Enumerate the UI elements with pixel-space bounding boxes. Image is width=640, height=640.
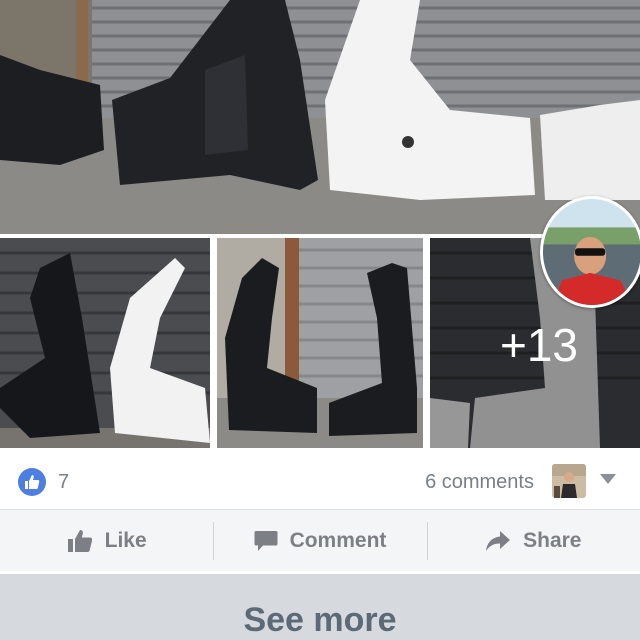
share-button-label: Share <box>523 528 582 552</box>
see-more-button[interactable]: See more <box>0 574 640 640</box>
post-photo-3[interactable] <box>217 238 423 448</box>
comment-button[interactable]: Comment <box>213 510 426 571</box>
thumbs-up-icon <box>67 529 92 552</box>
like-button-label: Like <box>104 528 147 552</box>
fenders-photo-image <box>0 238 210 448</box>
post-action-bar: Like Comment Share <box>0 509 640 571</box>
avatar-image <box>543 199 640 305</box>
fenders-photo-image <box>217 238 423 448</box>
see-more-label: See more <box>243 600 397 639</box>
post-photo-2[interactable] <box>0 238 210 448</box>
like-button[interactable]: Like <box>0 510 213 571</box>
comment-button-label: Comment <box>289 528 387 552</box>
like-count[interactable]: 7 <box>58 471 69 494</box>
commenter-avatar[interactable] <box>552 464 586 498</box>
share-button[interactable]: Share <box>426 510 640 571</box>
post-photo-main[interactable] <box>0 0 640 234</box>
speech-bubble-icon <box>254 530 278 551</box>
share-arrow-icon <box>486 530 511 551</box>
avatar-image <box>552 464 586 498</box>
comments-count[interactable]: 6 comments <box>425 471 534 494</box>
thumbs-up-icon <box>25 475 40 489</box>
like-reaction-icon[interactable] <box>18 468 46 496</box>
facebook-post: +13 7 6 comments Like Comment Share See … <box>0 0 640 640</box>
chevron-down-icon[interactable] <box>600 474 616 484</box>
reactions-row: 7 6 comments <box>0 456 640 508</box>
profile-picture[interactable] <box>540 196 640 308</box>
fenders-photo-image <box>0 0 640 234</box>
